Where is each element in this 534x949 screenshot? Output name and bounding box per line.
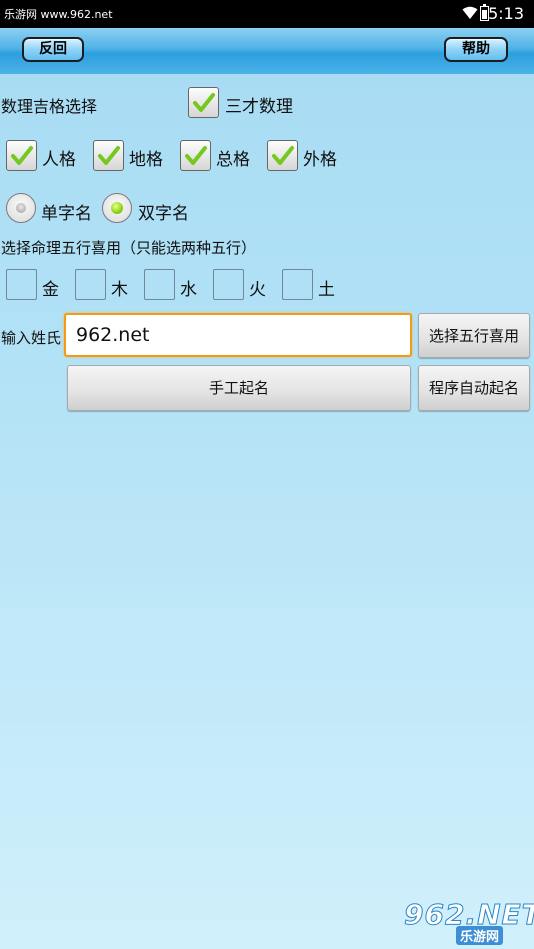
element-mu-checkbox[interactable] [75,269,106,300]
rengge-label: 人格 [42,150,76,170]
back-button[interactable]: 反回 [22,37,84,62]
waige-checkbox[interactable] [267,140,298,171]
surname-input[interactable] [64,313,412,357]
waige-label: 外格 [303,150,337,170]
wifi-icon [462,5,478,24]
checkmark-icon [98,146,120,165]
help-button[interactable]: 帮助 [444,37,508,62]
auto-naming-button[interactable]: 程序自动起名 [418,365,530,411]
checkmark-icon [272,146,294,165]
zongge-label: 总格 [216,150,250,170]
site-watermark-logo: 962.NET 乐游网 [396,898,534,946]
choose-wuxing-button[interactable]: 选择五行喜用 [418,313,530,358]
title-bar: 反回 帮助 [0,28,534,74]
manual-naming-button[interactable]: 手工起名 [67,365,411,411]
element-tu-checkbox[interactable] [282,269,313,300]
element-jin-checkbox[interactable] [6,269,37,300]
double-name-label: 双字名 [138,204,189,224]
element-jin-label: 金 [42,280,59,300]
element-shui-label: 水 [180,280,197,300]
zongge-checkbox[interactable] [180,140,211,171]
status-bar: 乐游网 www.962.net 5:13 [0,0,534,28]
element-huo-checkbox[interactable] [213,269,244,300]
single-name-label: 单字名 [41,204,92,224]
status-time: 5:13 [488,4,524,23]
wuxing-section-label: 选择命理五行喜用（只能选两种五行） [1,239,257,257]
dige-label: 地格 [129,150,163,170]
checkmark-icon [193,93,215,112]
grid-section-label: 数理吉格选择 [1,97,98,116]
element-tu-label: 土 [318,280,335,300]
surname-label: 输入姓氏 [1,329,62,347]
sancai-checkbox[interactable] [188,87,219,118]
sancai-label: 三才数理 [225,97,293,117]
element-huo-label: 火 [249,280,266,300]
element-shui-checkbox[interactable] [144,269,175,300]
double-name-radio[interactable] [102,193,132,223]
status-site-text: 乐游网 www.962.net [4,8,113,21]
checkmark-icon [185,146,207,165]
element-mu-label: 木 [111,280,128,300]
watermark-small-text: 乐游网 [456,926,504,945]
rengge-checkbox[interactable] [6,140,37,171]
single-name-radio[interactable] [6,193,36,223]
dige-checkbox[interactable] [93,140,124,171]
checkmark-icon [11,146,33,165]
